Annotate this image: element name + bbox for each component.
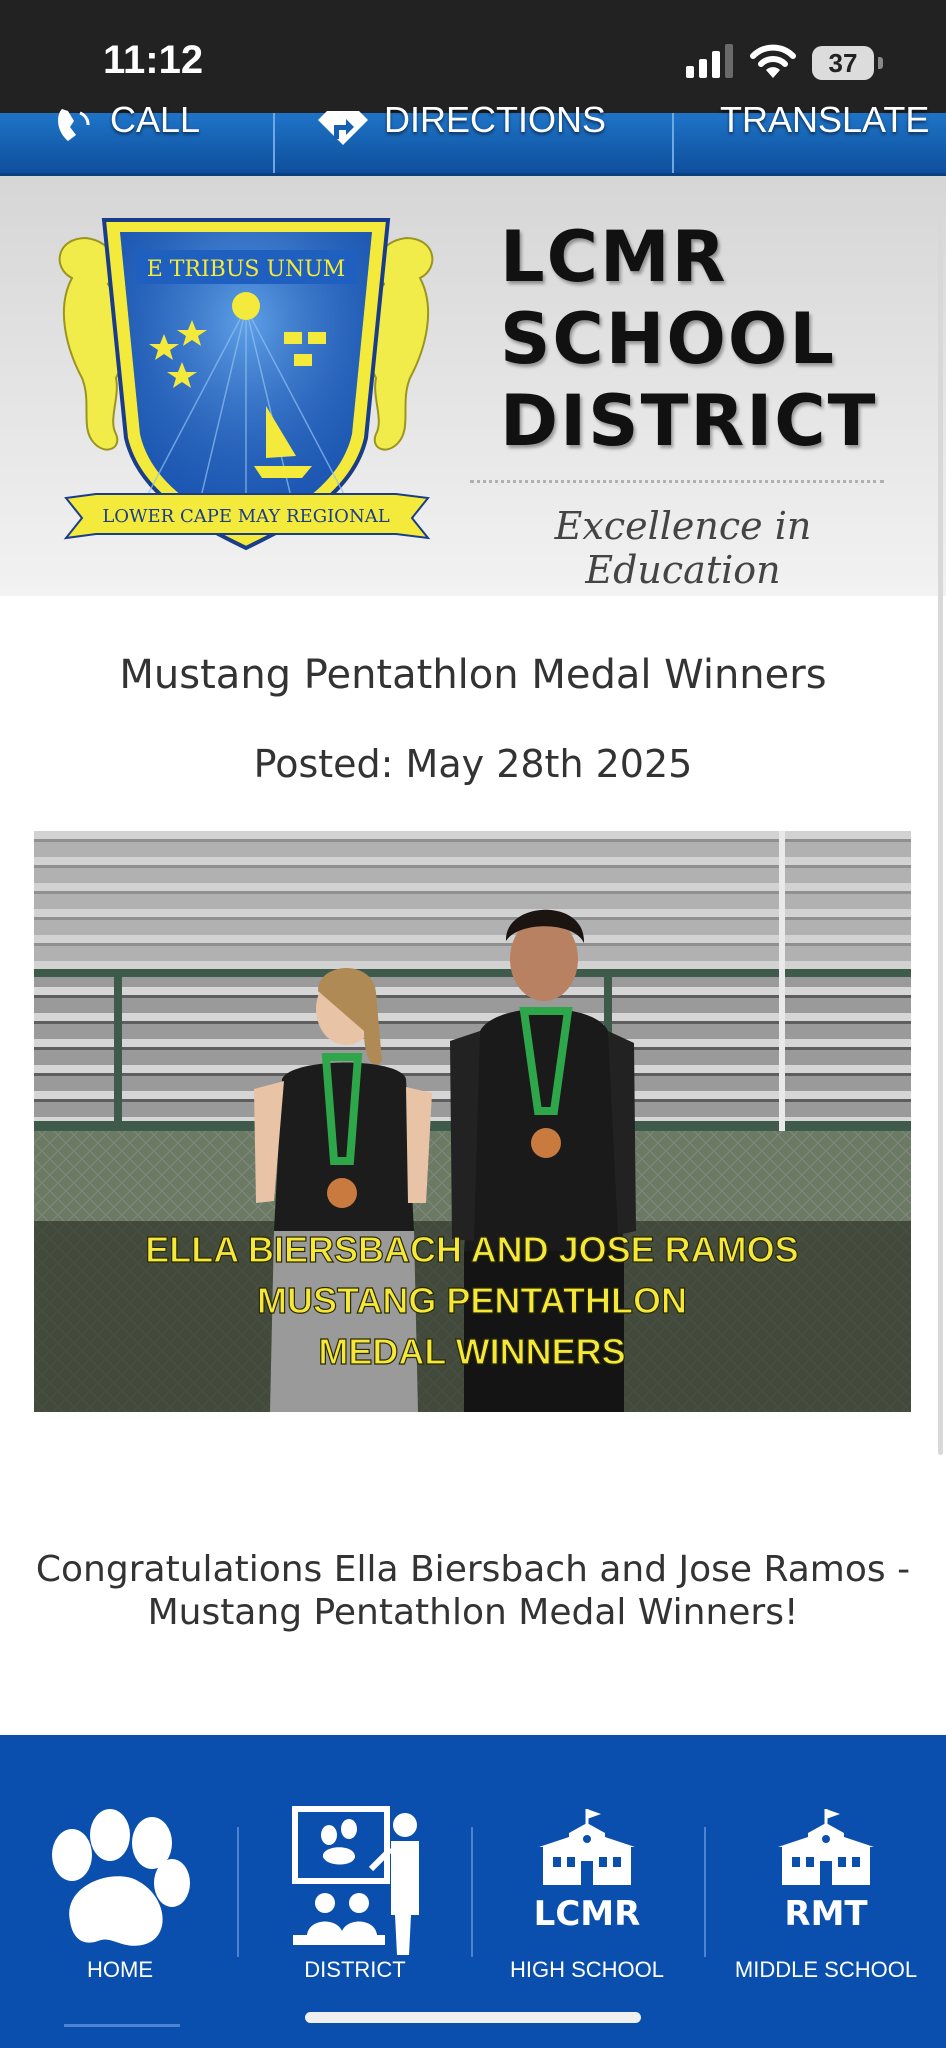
- action-divider: [672, 113, 674, 173]
- nav-district[interactable]: DISTRICT: [237, 1735, 473, 1995]
- district-title: LCMR SCHOOL DISTRICT: [500, 216, 930, 462]
- call-label: CALL: [110, 99, 201, 140]
- nav-district-label: DISTRICT: [304, 1957, 406, 1982]
- nav-divider: [704, 1827, 706, 1957]
- action-divider: [273, 113, 275, 173]
- directions-icon: [318, 111, 368, 145]
- article-photo[interactable]: ELLA BIERSBACH AND JOSE RAMOS MUSTANG PE…: [34, 831, 911, 1412]
- wifi-icon: [750, 44, 796, 78]
- photo-caption-line: ELLA BIERSBACH AND JOSE RAMOS: [145, 1229, 798, 1270]
- rmt-badge-text: RMT: [784, 1894, 868, 1934]
- battery-nub: [878, 57, 883, 69]
- district-crest-logo: E TRIBUS UNUM LOWER CAPE MAY REGIONAL: [58, 218, 434, 551]
- school-building-icon: LCMR: [534, 1809, 641, 1934]
- call-button[interactable]: CALL: [54, 99, 200, 173]
- photo-caption-line: MUSTANG PENTATHLON: [257, 1280, 687, 1321]
- translate-button[interactable]: TRANSLATE: [720, 99, 929, 173]
- nav-home-label: HOME: [87, 1957, 153, 1982]
- nav-high-school-label: HIGH SCHOOL: [509, 1957, 665, 1982]
- nav-home[interactable]: HOME: [2, 1735, 238, 1995]
- scrollbar[interactable]: [938, 215, 943, 1455]
- status-time: 11:12: [103, 38, 204, 82]
- directions-label: DIRECTIONS: [384, 99, 607, 140]
- directions-button[interactable]: DIRECTIONS: [316, 99, 606, 173]
- crest-ribbon: LOWER CAPE MAY REGIONAL: [102, 506, 389, 527]
- action-bar: CALL DIRECTIONS TRANSLATE: [0, 99, 946, 176]
- photo-caption-line: MEDAL WINNERS: [318, 1331, 625, 1372]
- nav-high-school[interactable]: LCMR HIGH SCHOOL: [469, 1735, 705, 1995]
- phone-icon: [58, 109, 90, 141]
- status-icons: 37: [686, 44, 886, 84]
- active-tab-underline: [64, 2024, 180, 2027]
- signal-icon: [686, 44, 733, 78]
- crest-motto: E TRIBUS UNUM: [147, 257, 346, 282]
- tagline: Excellence in Education: [554, 504, 812, 592]
- lcmr-badge-text: LCMR: [534, 1894, 641, 1934]
- status-bar: 11:12 37: [0, 0, 946, 113]
- nav-middle-school-label: MIDDLE SCHOOL: [734, 1957, 918, 1982]
- district-title-line: DISTRICT: [500, 380, 878, 462]
- district-banner[interactable]: E TRIBUS UNUM LOWER CAPE MAY REGIONAL LC…: [0, 176, 946, 596]
- battery-indicator: 37: [812, 46, 874, 80]
- article-title: Mustang Pentathlon Medal Winners: [119, 652, 827, 698]
- article-posted-date: Posted: May 28th 2025: [253, 742, 693, 786]
- classroom-icon: [292, 1806, 419, 1955]
- dotted-divider: [470, 480, 884, 483]
- district-title-line: LCMR: [500, 216, 728, 298]
- school-building-icon: RMT: [778, 1809, 874, 1934]
- bottom-nav: HOME DISTRICT LCMR HIGH SCHOOL RMT MIDDL…: [0, 1735, 946, 2048]
- translate-label: TRANSLATE: [720, 99, 930, 140]
- district-title-line: SCHOOL: [500, 298, 836, 380]
- paw-icon: [52, 1809, 190, 1946]
- article-body: Congratulations Ella Biersbach and Jose …: [35, 1549, 911, 1633]
- home-indicator[interactable]: [305, 2012, 641, 2023]
- nav-middle-school[interactable]: RMT MIDDLE SCHOOL: [708, 1735, 944, 1995]
